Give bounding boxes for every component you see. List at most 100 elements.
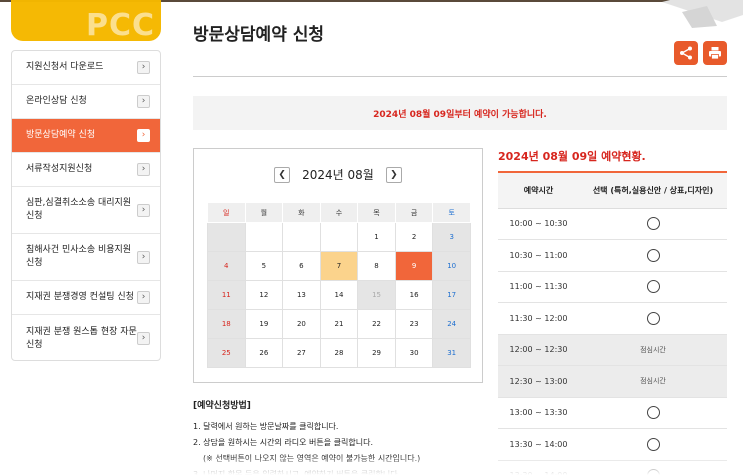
slot-select: [579, 397, 727, 429]
sidebar-item-label: 방문상담예약 신청: [26, 130, 96, 140]
calendar-day[interactable]: 3: [432, 222, 471, 252]
calendar-day[interactable]: 16: [394, 280, 434, 310]
sidebar-item[interactable]: 방문상담예약 신청 ›: [12, 119, 160, 153]
howto-step: 1. 달력에서 원하는 방문날짜를 클릭합니다.: [193, 422, 339, 431]
corner-decoration: [662, 0, 743, 28]
slot-radio[interactable]: [646, 437, 660, 451]
chevron-right-icon: ›: [137, 163, 150, 176]
slot-time: 12:30 ~ 13:00: [498, 365, 579, 398]
sidebar-item-label: 지원신청서 다운로드: [26, 62, 104, 72]
reservation-row: 13:00 ~ 13:30: [498, 397, 727, 429]
sidebar-menu: 지원신청서 다운로드 › 온라인상담 신청 › 방문상담예약 신청 › 서류작성지원신청 › 심…: [11, 50, 161, 361]
calendar-day[interactable]: 12: [244, 280, 284, 310]
calendar-day[interactable]: 21: [319, 309, 359, 339]
reservation-status-title: 2024년 08월 09일 예약현황.: [498, 150, 646, 163]
calendar-day[interactable]: 10: [432, 251, 471, 281]
next-month-button[interactable]: ❯: [385, 166, 402, 183]
calendar-day[interactable]: 13: [282, 280, 321, 310]
reservation-table: 예약시간 선택 (특허,실용신안 / 상표,디자인) 10:00 ~ 10:30…: [498, 171, 727, 475]
howto-title: [예약신청방법]: [193, 401, 251, 411]
page-title: 방문상담예약 신청: [193, 25, 325, 45]
slot-time: 11:30 ~ 12:00: [498, 302, 579, 335]
site-logo[interactable]: PCC: [11, 0, 161, 43]
calendar-week: 123: [207, 222, 471, 252]
chevron-right-icon: ›: [137, 291, 150, 304]
calendar-day[interactable]: 24: [432, 309, 471, 339]
calendar-day[interactable]: 2: [394, 222, 434, 252]
slot-radio[interactable]: [646, 248, 660, 262]
sidebar-item[interactable]: 서류작성지원신청 ›: [12, 153, 160, 187]
reservation-row: 11:30 ~ 12:00: [498, 302, 727, 335]
prev-month-button[interactable]: ❮: [274, 166, 291, 183]
slot-time: 10:00 ~ 10:30: [498, 208, 579, 240]
print-button[interactable]: [703, 41, 727, 65]
sidebar-item[interactable]: 지재권 분쟁경영 컨설팅 신청 ›: [12, 281, 160, 315]
calendar-day[interactable]: 18: [207, 309, 246, 339]
calendar-day[interactable]: 7: [319, 251, 359, 281]
slot-select: [579, 271, 727, 303]
sidebar-item[interactable]: 심판,심결취소소송 대리지원 신청 ›: [12, 187, 160, 234]
calendar-empty-cell: [319, 222, 359, 252]
reservation-row: 10:30 ~ 11:00: [498, 239, 727, 272]
weekday-header: 수: [319, 202, 359, 223]
calendar-day[interactable]: 30: [394, 338, 434, 368]
calendar-day[interactable]: 22: [357, 309, 396, 339]
calendar-day[interactable]: 9: [394, 251, 434, 281]
chevron-right-icon: ›: [137, 129, 150, 142]
weekday-header: 월: [244, 202, 284, 223]
bottom-fade: [0, 455, 743, 475]
calendar-day[interactable]: 26: [244, 338, 284, 368]
calendar-day[interactable]: 4: [207, 251, 246, 281]
calendar-empty-cell: [207, 222, 246, 252]
calendar-day[interactable]: 19: [244, 309, 284, 339]
slot-time: 10:30 ~ 11:00: [498, 239, 579, 272]
calendar-day[interactable]: 8: [357, 251, 396, 281]
col-select-header: 선택 (특허,실용신안 / 상표,디자인): [579, 171, 727, 209]
lunch-label: 점심시간: [640, 345, 666, 354]
calendar-day[interactable]: 20: [282, 309, 321, 339]
calendar-day[interactable]: 27: [282, 338, 321, 368]
calendar-day[interactable]: 31: [432, 338, 471, 368]
calendar-day[interactable]: 29: [357, 338, 396, 368]
calendar-day[interactable]: 25: [207, 338, 246, 368]
sidebar-item[interactable]: 지원신청서 다운로드 ›: [12, 51, 160, 85]
slot-radio[interactable]: [646, 406, 660, 420]
chevron-right-icon: ❯: [390, 169, 398, 180]
slot-radio[interactable]: [646, 217, 660, 231]
calendar-week: 11 12 13 14 15 16 17: [207, 280, 471, 310]
sidebar-item[interactable]: 침해사건 민사소송 비용지원 신청 ›: [12, 234, 160, 281]
slot-select: [579, 239, 727, 272]
calendar-day[interactable]: 1: [357, 222, 396, 252]
share-button[interactable]: [674, 41, 698, 65]
sidebar-item[interactable]: 온라인상담 신청 ›: [12, 85, 160, 119]
calendar-week: 25 26 27 28 29 30 31: [207, 338, 471, 368]
sidebar-item-label: 온라인상담 신청: [26, 96, 87, 106]
calendar-empty-cell: [282, 222, 321, 252]
calendar-day[interactable]: 23: [394, 309, 434, 339]
chevron-right-icon: ›: [137, 332, 150, 345]
calendar-day[interactable]: 6: [282, 251, 321, 281]
sidebar-item[interactable]: 지재권 분쟁 원스톱 현장 자문 신청 ›: [12, 315, 160, 360]
chevron-right-icon: ›: [137, 61, 150, 74]
calendar-day[interactable]: 5: [244, 251, 284, 281]
weekday-header: 목: [357, 202, 396, 223]
calendar-day[interactable]: 28: [319, 338, 359, 368]
sidebar-item-label: 서류작성지원신청: [26, 164, 93, 174]
slot-time: 12:00 ~ 12:30: [498, 334, 579, 366]
calendar-day[interactable]: 14: [319, 280, 359, 310]
calendar-empty-cell: [244, 222, 284, 252]
slot-radio[interactable]: [646, 280, 660, 294]
calendar-week: 18 19 20 21 22 23 24: [207, 309, 471, 339]
reservation-row: 12:00 ~ 12:30 점심시간: [498, 334, 727, 366]
calendar-day[interactable]: 11: [207, 280, 246, 310]
howto-step: 2. 상담을 원하시는 시간의 라디오 버튼을 클릭합니다.: [193, 438, 373, 447]
share-icon: [680, 46, 692, 60]
calendar-month-label: 2024년 08월: [302, 168, 374, 182]
lunch-label: 점심시간: [640, 377, 666, 386]
calendar-day[interactable]: 17: [432, 280, 471, 310]
calendar-day[interactable]: 15: [357, 280, 396, 310]
slot-select: [579, 302, 727, 335]
slot-radio[interactable]: [646, 311, 660, 325]
print-icon: [709, 47, 721, 60]
chevron-right-icon: ›: [137, 203, 150, 217]
